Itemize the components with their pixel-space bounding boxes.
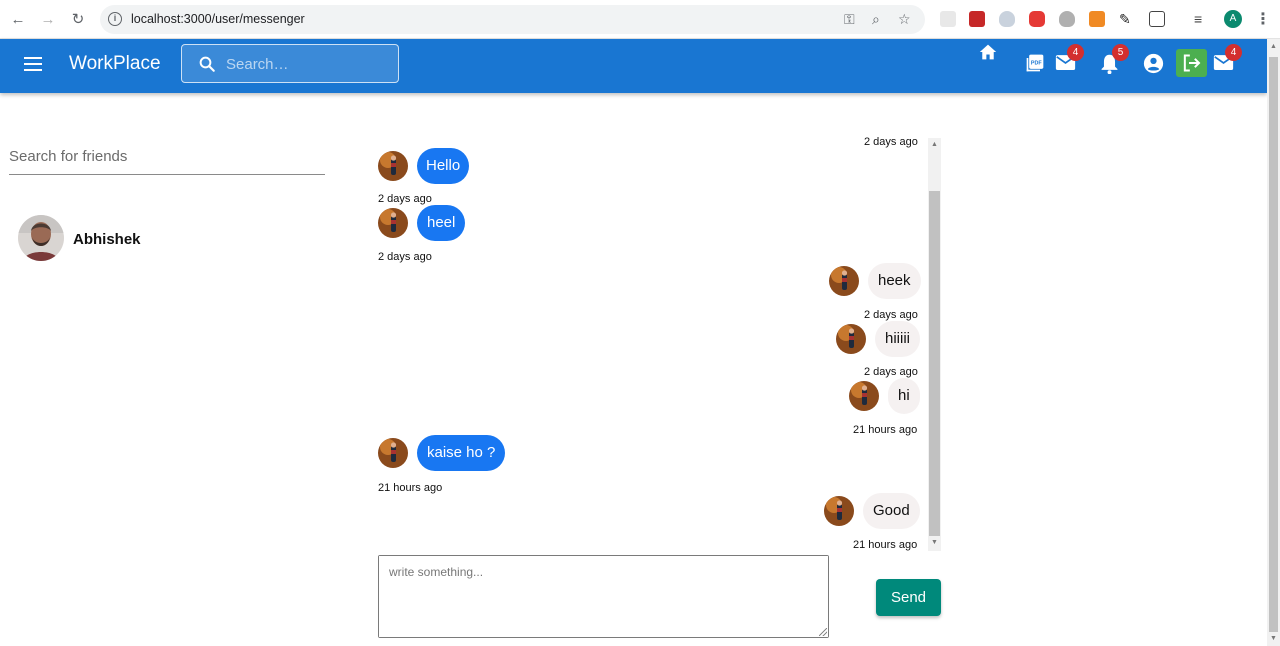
chat-scroll-up-icon[interactable]: ▲ bbox=[931, 141, 938, 148]
message-time: 2 days ago bbox=[378, 193, 432, 205]
message-own: Hello bbox=[378, 148, 470, 184]
app-search-input[interactable] bbox=[226, 53, 386, 75]
message-other: hi bbox=[849, 378, 920, 414]
chat-scrollbar[interactable]: ▲ ▼ bbox=[928, 138, 941, 551]
message-bubble: heel bbox=[417, 205, 466, 241]
sender-avatar bbox=[824, 496, 854, 526]
message-own: heel bbox=[378, 205, 466, 241]
sender-avatar bbox=[829, 266, 859, 296]
browser-toolbar: ← → ↻ i localhost:3000/user/messenger ⚿ … bbox=[0, 0, 1280, 39]
app-title: WorkPlace bbox=[69, 53, 161, 74]
message-bubble: Good bbox=[863, 493, 920, 529]
address-bar[interactable]: i localhost:3000/user/messenger ⚿ ⌕ ☆ bbox=[100, 5, 925, 34]
message-bubble: hi bbox=[888, 378, 920, 414]
scroll-down-icon[interactable]: ▼ bbox=[1270, 635, 1277, 642]
logout-button[interactable] bbox=[1176, 49, 1207, 77]
forward-icon[interactable]: → bbox=[38, 9, 58, 29]
sender-avatar bbox=[836, 324, 866, 354]
notifications-badge: 5 bbox=[1112, 44, 1129, 61]
browser-menu-icon[interactable]: ⋮ bbox=[1255, 9, 1271, 29]
extension-shield-icon[interactable] bbox=[999, 11, 1015, 27]
home-icon[interactable] bbox=[978, 43, 998, 61]
message-bubble: Hello bbox=[417, 148, 470, 184]
app-bar: WorkPlace PDF 4 5 4 bbox=[0, 39, 1267, 93]
page-scrollbar[interactable]: ▲ ▼ bbox=[1267, 39, 1280, 646]
extension-red-icon[interactable] bbox=[969, 11, 985, 27]
mail-badge: 4 bbox=[1067, 44, 1084, 61]
send-button[interactable]: Send bbox=[876, 579, 941, 616]
extension-shield2-icon[interactable] bbox=[1059, 11, 1075, 27]
message-time: 21 hours ago bbox=[378, 482, 443, 494]
message-time: 2 days ago bbox=[378, 251, 432, 263]
message-time: 2 days ago bbox=[864, 309, 918, 321]
message-bubble: kaise ho ? bbox=[417, 435, 506, 471]
reload-icon[interactable]: ↻ bbox=[68, 9, 88, 29]
page-scrollbar-thumb[interactable] bbox=[1269, 57, 1278, 632]
zoom-icon[interactable]: ⌕ bbox=[872, 11, 880, 28]
extension-video-icon[interactable] bbox=[1029, 11, 1045, 27]
message-time: 21 hours ago bbox=[853, 424, 918, 436]
sender-avatar bbox=[378, 151, 408, 181]
logout-icon bbox=[1183, 54, 1201, 72]
extension-fox-icon[interactable] bbox=[1089, 11, 1105, 27]
message-other: Good bbox=[824, 493, 920, 529]
resize-handle-icon[interactable] bbox=[819, 628, 827, 636]
message-compose[interactable] bbox=[378, 555, 829, 638]
chat-scrollbar-thumb[interactable] bbox=[929, 191, 940, 536]
message-time: 21 hours ago bbox=[853, 539, 918, 551]
password-key-icon[interactable]: ⚿ bbox=[844, 11, 855, 28]
message-bubble: heek bbox=[868, 263, 921, 299]
back-icon[interactable]: ← bbox=[8, 9, 28, 29]
address-url[interactable]: localhost:3000/user/messenger bbox=[131, 12, 305, 26]
scroll-up-icon[interactable]: ▲ bbox=[1270, 43, 1277, 50]
message-own: kaise ho ? bbox=[378, 435, 506, 471]
svg-text:PDF: PDF bbox=[1031, 61, 1043, 67]
friend-name: Abhishek bbox=[73, 231, 141, 248]
friend-search-input[interactable] bbox=[9, 140, 325, 172]
message-other: heek bbox=[829, 263, 921, 299]
message-input[interactable] bbox=[379, 556, 828, 637]
mail-badge-2: 4 bbox=[1225, 44, 1242, 61]
account-circle-icon[interactable] bbox=[1143, 53, 1164, 74]
message-time: 2 days ago bbox=[864, 136, 918, 148]
search-icon bbox=[199, 56, 215, 72]
message-other: hiiiii bbox=[836, 321, 921, 357]
sender-avatar bbox=[849, 381, 879, 411]
pdf-icon[interactable]: PDF bbox=[1025, 53, 1045, 73]
reading-list-icon[interactable]: ≡ bbox=[1194, 11, 1210, 27]
friend-avatar bbox=[18, 215, 64, 261]
app-search[interactable] bbox=[181, 44, 399, 83]
sender-avatar bbox=[378, 438, 408, 468]
profile-avatar[interactable]: A bbox=[1224, 10, 1242, 28]
site-info-icon[interactable]: i bbox=[108, 12, 122, 26]
chat-scroll-down-icon[interactable]: ▼ bbox=[931, 539, 938, 546]
sender-avatar bbox=[378, 208, 408, 238]
friend-item[interactable]: Abhishek bbox=[18, 215, 318, 263]
hamburger-menu-icon[interactable] bbox=[24, 57, 42, 72]
friend-search-field[interactable] bbox=[9, 140, 325, 175]
message-bubble: hiiiii bbox=[875, 321, 921, 357]
message-time: 2 days ago bbox=[864, 366, 918, 378]
extension-eyedropper-icon[interactable]: ✎ bbox=[1119, 11, 1135, 27]
extensions-puzzle-icon[interactable] bbox=[1149, 11, 1165, 27]
extension-bug-icon[interactable] bbox=[940, 11, 956, 27]
bookmark-star-icon[interactable]: ☆ bbox=[898, 11, 911, 28]
